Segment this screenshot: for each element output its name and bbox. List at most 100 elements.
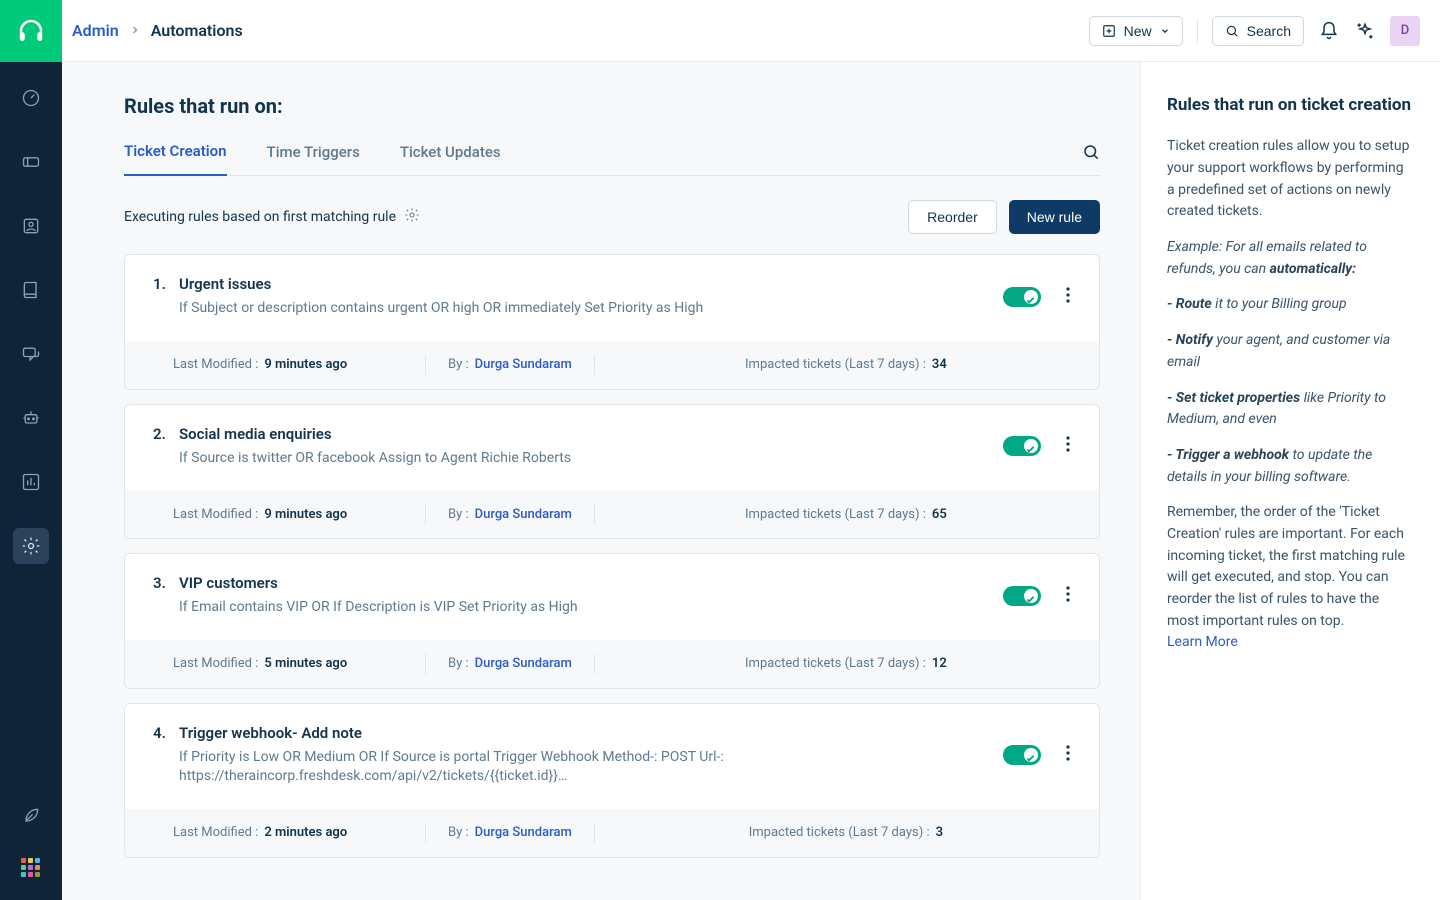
- topbar: Admin Automations New Search: [62, 0, 1440, 62]
- last-modified-value: 2 minutes ago: [264, 825, 347, 840]
- nav-reports[interactable]: [13, 464, 49, 500]
- rule-toggle[interactable]: [1003, 436, 1041, 456]
- help-order-note: Remember, the order of the 'Ticket Creat…: [1167, 502, 1414, 654]
- contact-icon: [21, 216, 41, 236]
- rule-menu-button[interactable]: [1061, 436, 1075, 456]
- leaf-icon: [21, 806, 41, 826]
- ticket-icon: [21, 152, 41, 172]
- chat-icon: [21, 344, 41, 364]
- last-modified-value: 9 minutes ago: [264, 507, 347, 522]
- chevron-down-icon: [1160, 26, 1170, 36]
- last-modified-value: 9 minutes ago: [264, 357, 347, 372]
- nav-chat[interactable]: [13, 336, 49, 372]
- new-button[interactable]: New: [1089, 16, 1183, 46]
- search-icon: [1082, 143, 1100, 161]
- search-button-label: Search: [1247, 23, 1291, 39]
- by-user-link[interactable]: Durga Sundaram: [475, 825, 572, 840]
- brand-logo[interactable]: [0, 0, 62, 62]
- sparkle-icon: [1355, 21, 1375, 41]
- rule-menu-button[interactable]: [1061, 287, 1075, 307]
- divider: [594, 823, 595, 843]
- impacted-label: Impacted tickets (Last 7 days) :: [745, 357, 926, 372]
- nav-dashboard[interactable]: [13, 80, 49, 116]
- kebab-icon: [1066, 586, 1070, 602]
- tab-time-triggers[interactable]: Time Triggers: [267, 143, 360, 175]
- rule-title: Social media enquiries: [179, 425, 995, 443]
- divider: [425, 654, 426, 674]
- by-user-link[interactable]: Durga Sundaram: [475, 656, 572, 671]
- nav-freshworks[interactable]: [13, 798, 49, 834]
- headphones-icon: [16, 16, 46, 46]
- nav-solutions[interactable]: [13, 272, 49, 308]
- rule-card[interactable]: 2. Social media enquiries If Source is t…: [124, 404, 1100, 540]
- rule-toggle[interactable]: [1003, 586, 1041, 606]
- breadcrumb: Admin Automations: [72, 21, 243, 40]
- page-title: Rules that run on:: [124, 94, 1100, 118]
- nav-apps[interactable]: [21, 858, 41, 878]
- content-area: Rules that run on: Ticket Creation Time …: [62, 62, 1140, 900]
- sparkle-button[interactable]: [1354, 20, 1376, 42]
- by-user-link[interactable]: Durga Sundaram: [475, 357, 572, 372]
- breadcrumb-root[interactable]: Admin: [72, 21, 119, 40]
- by-user-link[interactable]: Durga Sundaram: [475, 507, 572, 522]
- nav-bots[interactable]: [13, 400, 49, 436]
- impacted-value: 3: [936, 825, 943, 840]
- rules-list: 1. Urgent issues If Subject or descripti…: [124, 254, 1100, 898]
- learn-more-link[interactable]: Learn More: [1167, 634, 1238, 650]
- kebab-icon: [1066, 745, 1070, 761]
- check-icon: [1025, 440, 1036, 451]
- rule-number: 2.: [153, 425, 171, 469]
- help-title: Rules that run on ticket creation: [1167, 92, 1414, 118]
- tab-ticket-updates[interactable]: Ticket Updates: [400, 143, 501, 175]
- last-modified-label: Last Modified :: [173, 656, 258, 671]
- help-panel: Rules that run on ticket creation Ticket…: [1140, 62, 1440, 900]
- impacted-value: 65: [932, 507, 947, 522]
- check-icon: [1025, 590, 1036, 601]
- nav-admin[interactable]: [13, 528, 49, 564]
- execution-mode-settings[interactable]: [404, 207, 420, 227]
- reorder-button[interactable]: Reorder: [908, 200, 997, 234]
- gauge-icon: [21, 88, 41, 108]
- divider: [425, 355, 426, 375]
- search-icon: [1225, 24, 1239, 38]
- execution-mode-label: Executing rules based on first matching …: [124, 209, 396, 225]
- rules-search-button[interactable]: [1082, 143, 1100, 175]
- help-bullet-route: - Route it to your Billing group: [1167, 294, 1414, 316]
- by-label: By :: [448, 507, 469, 522]
- rule-number: 3.: [153, 574, 171, 618]
- last-modified-label: Last Modified :: [173, 357, 258, 372]
- impacted-label: Impacted tickets (Last 7 days) :: [749, 825, 930, 840]
- help-example: Example: For all emails related to refun…: [1167, 237, 1414, 280]
- nav-tickets[interactable]: [13, 144, 49, 180]
- rule-menu-button[interactable]: [1061, 745, 1075, 765]
- new-rule-button[interactable]: New rule: [1009, 200, 1100, 234]
- nav-contacts[interactable]: [13, 208, 49, 244]
- rule-menu-button[interactable]: [1061, 586, 1075, 606]
- search-button[interactable]: Search: [1212, 16, 1304, 46]
- sidebar: [0, 0, 62, 900]
- rule-toggle[interactable]: [1003, 745, 1041, 765]
- rule-card[interactable]: 3. VIP customers If Email contains VIP O…: [124, 553, 1100, 689]
- rule-card[interactable]: 4. Trigger webhook- Add note If Priority…: [124, 703, 1100, 858]
- rule-number: 4.: [153, 724, 171, 787]
- help-bullet-webhook: - Trigger a webhook to update the detail…: [1167, 445, 1414, 488]
- last-modified-label: Last Modified :: [173, 825, 258, 840]
- check-icon: [1025, 291, 1036, 302]
- notifications-button[interactable]: [1318, 20, 1340, 42]
- by-label: By :: [448, 825, 469, 840]
- divider: [1197, 19, 1198, 43]
- avatar[interactable]: D: [1390, 16, 1420, 46]
- divider: [594, 654, 595, 674]
- last-modified-label: Last Modified :: [173, 507, 258, 522]
- divider: [594, 355, 595, 375]
- rule-title: Trigger webhook- Add note: [179, 724, 995, 742]
- gear-icon: [21, 536, 41, 556]
- rule-number: 1.: [153, 275, 171, 319]
- impacted-value: 12: [932, 656, 947, 671]
- impacted-value: 34: [932, 357, 947, 372]
- book-icon: [21, 280, 41, 300]
- rule-card[interactable]: 1. Urgent issues If Subject or descripti…: [124, 254, 1100, 390]
- tab-ticket-creation[interactable]: Ticket Creation: [124, 142, 227, 176]
- rule-toggle[interactable]: [1003, 287, 1041, 307]
- help-bullet-properties: - Set ticket properties like Priority to…: [1167, 388, 1414, 431]
